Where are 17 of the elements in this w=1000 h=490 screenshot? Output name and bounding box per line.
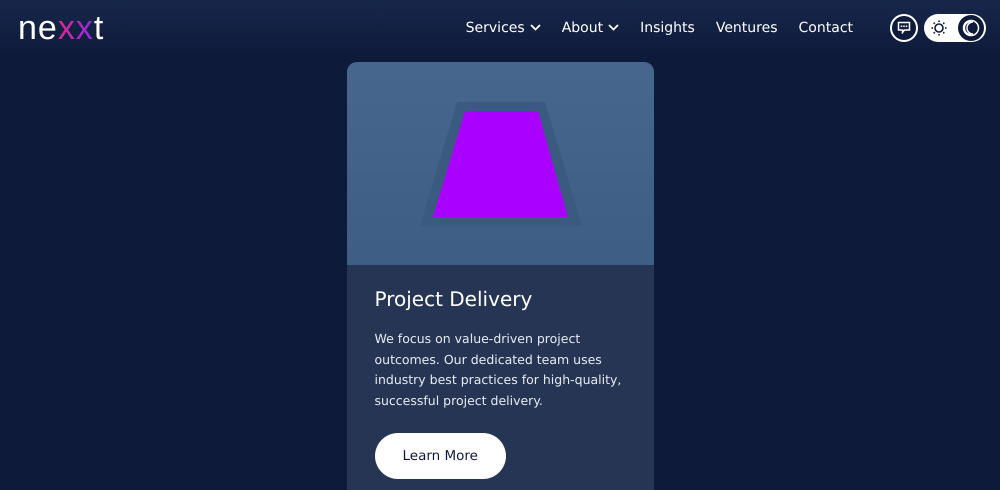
nav-link[interactable]: Services bbox=[466, 20, 541, 36]
chat-button[interactable] bbox=[890, 14, 918, 42]
learn-more-button[interactable]: Learn More bbox=[374, 433, 506, 479]
sun-icon bbox=[930, 18, 948, 36]
chat-icon bbox=[897, 21, 911, 34]
nav-link[interactable]: Insights bbox=[640, 20, 695, 36]
theme-option[interactable] bbox=[958, 14, 984, 40]
theme-toggle[interactable] bbox=[924, 14, 986, 42]
logo[interactable]: nexxt bbox=[18, 10, 104, 44]
chevron-icon bbox=[608, 24, 620, 31]
card-title: Project Delivery bbox=[374, 287, 534, 311]
nav-link[interactable]: Ventures bbox=[716, 20, 778, 36]
moon-icon bbox=[962, 18, 980, 36]
chevron-icon bbox=[530, 24, 541, 31]
card-description: We focus on value-driven project outcomes. Our dedicated team uses industry best practices for high-quality, successful project delivery. bbox=[374, 330, 622, 410]
nav-link[interactable]: Contact bbox=[798, 20, 853, 36]
nav-link[interactable]: About bbox=[562, 20, 620, 36]
